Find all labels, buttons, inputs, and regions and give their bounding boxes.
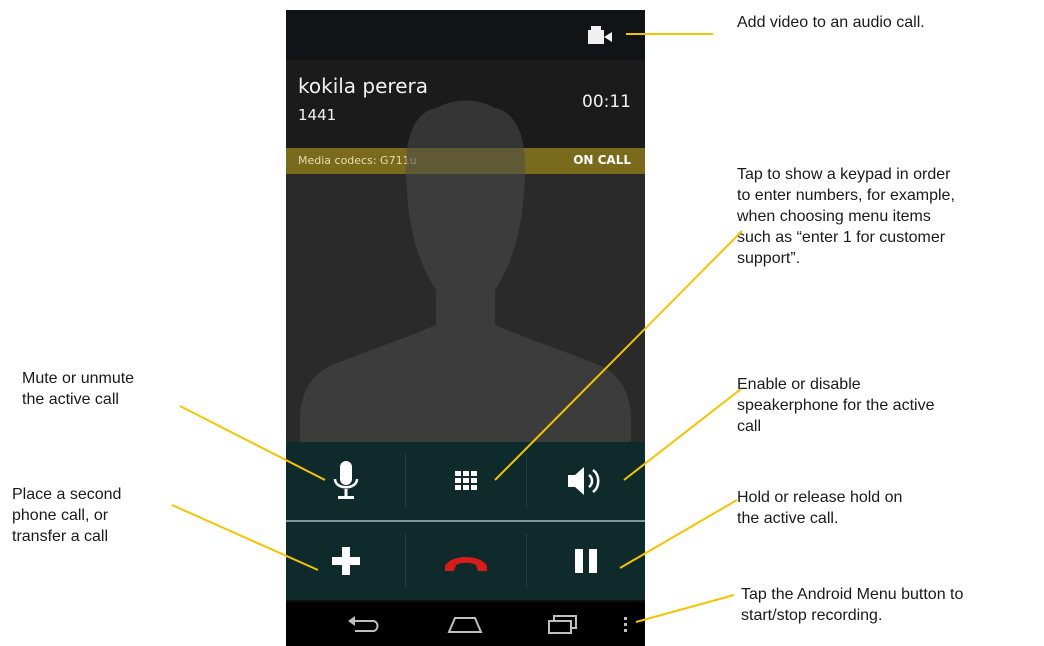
hold-button[interactable] bbox=[526, 522, 645, 600]
video-camera-icon bbox=[588, 26, 612, 44]
call-top-bar bbox=[286, 10, 645, 60]
contact-silhouette bbox=[300, 100, 631, 442]
dialpad-icon bbox=[454, 471, 477, 490]
add-call-button[interactable] bbox=[286, 522, 405, 600]
back-icon bbox=[348, 616, 379, 632]
note-speakerphone: Enable or disable speakerphone for the a… bbox=[737, 376, 935, 435]
add-video-button[interactable] bbox=[582, 24, 622, 48]
nav-recents-button[interactable] bbox=[528, 608, 598, 640]
home-icon bbox=[447, 617, 483, 633]
note-add-video: Add video to an audio call. bbox=[737, 14, 925, 31]
end-call-button[interactable] bbox=[406, 522, 525, 600]
note-mute: Mute or unmute the active call bbox=[22, 370, 135, 408]
note-hold: Hold or release hold on the active call. bbox=[737, 489, 903, 527]
speaker-button[interactable] bbox=[526, 442, 645, 520]
mute-button[interactable] bbox=[286, 442, 405, 520]
menu-icon bbox=[624, 617, 627, 632]
mic-icon bbox=[333, 461, 358, 499]
note-keypad: Tap to show a keypad in order to enter n… bbox=[737, 166, 955, 267]
nav-menu-button[interactable] bbox=[610, 608, 640, 640]
recents-icon bbox=[548, 615, 577, 634]
note-add-call: Place a second phone call, or transfer a… bbox=[12, 486, 122, 545]
phone-screen: kokila perera 1441 00:11 Media codecs: G… bbox=[286, 10, 645, 646]
controls-row-1 bbox=[286, 442, 645, 520]
pause-icon bbox=[574, 549, 597, 573]
note-menu-recording: Tap the Android Menu button to start/sto… bbox=[741, 586, 964, 624]
nav-home-button[interactable] bbox=[430, 608, 500, 640]
controls-row-2 bbox=[286, 522, 645, 600]
speaker-icon bbox=[567, 467, 599, 495]
dialpad-button[interactable] bbox=[406, 442, 525, 520]
nav-back-button[interactable] bbox=[328, 608, 398, 640]
end-call-icon bbox=[444, 557, 487, 571]
android-navigation-bar bbox=[286, 602, 645, 646]
leader-line-menu bbox=[635, 594, 735, 623]
add-call-icon bbox=[331, 547, 360, 575]
